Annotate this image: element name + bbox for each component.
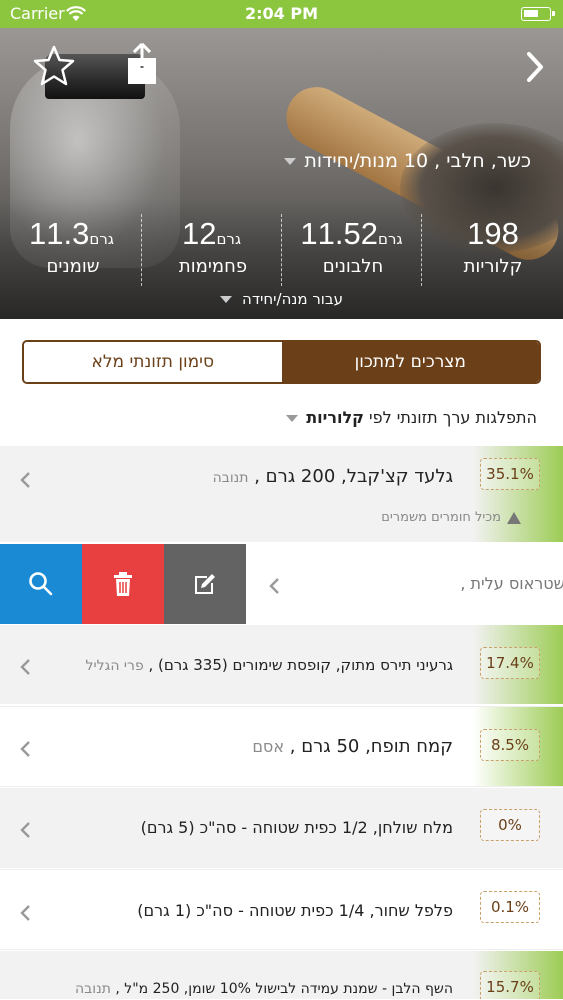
stat-calories: 198 קלוריות — [423, 216, 563, 277]
ingredient-row[interactable]: 8.5% קמח תופח, 50 גרם , אסם — [0, 706, 563, 787]
kosher-servings-selector[interactable]: כשר, חלבי , 10 מנות/יחידות — [284, 150, 531, 172]
stat-fats: גרם11.3 שומנים — [3, 216, 143, 277]
stat-carbs: גרם12 פחמימות — [143, 216, 283, 277]
caret-down-icon — [286, 415, 299, 422]
percent-badge: 0.1% — [480, 891, 540, 923]
serving-label: עבור מנה/יחידה — [242, 290, 343, 308]
ingredient-row[interactable]: 0.1% פלפל שחור, 1/4 כפית שטוחה - סה"כ (1… — [0, 869, 563, 950]
search-icon — [29, 572, 53, 596]
stat-value: 11.52 — [300, 216, 378, 251]
star-icon[interactable] — [32, 44, 76, 88]
kosher-servings-label: כשר, חלבי , 10 מנות/יחידות — [304, 150, 531, 172]
warning-text: מכיל חומרים משמרים — [381, 510, 501, 525]
delete-button[interactable] — [82, 544, 164, 624]
stat-protein: גרם11.52 חלבונים — [283, 216, 423, 277]
ingredient-title: השף הלבן - שמנת עמידה לבישול 10% שומן, 2… — [124, 981, 453, 997]
status-bar: Carrier 2:04 PM — [0, 0, 563, 28]
warning-icon — [507, 511, 521, 524]
chevron-left-icon — [20, 659, 30, 675]
chevron-right-icon[interactable] — [523, 50, 547, 84]
distribution-prefix: התפלגות ערך תזונתי לפי — [369, 408, 537, 427]
stat-unit: גרם — [216, 230, 242, 248]
recipe-hero: כשר, חלבי , 10 מנות/יחידות 198 קלוריות ג… — [0, 28, 563, 319]
ingredient-name: מלח שולחן, 1/2 כפית שטוחה - סה"כ (5 גרם) — [140, 818, 453, 837]
share-icon[interactable] — [124, 42, 160, 86]
ingredient-brand: אסם — [252, 737, 285, 756]
stat-label: חלבונים — [322, 256, 384, 277]
trash-icon — [114, 572, 132, 596]
stat-label: שומנים — [46, 256, 100, 277]
ingredient-brand: תנובה — [75, 981, 111, 997]
ingredient-title: קמח תופח, 50 גרם — [301, 736, 453, 757]
edit-icon — [195, 574, 215, 594]
ingredient-name: גלעד קצ'קבל, 200 גרם , תנובה — [212, 466, 453, 487]
ingredient-title: גלעד קצ'קבל, 200 גרם — [265, 466, 453, 487]
ingredient-row-swiped[interactable]: שטראוס עלית , — [0, 544, 563, 624]
ingredient-name: פלפל שחור, 1/4 כפית שטוחה - סה"כ (1 גרם) — [137, 901, 453, 920]
ingredient-row[interactable]: 35.1% גלעד קצ'קבל, 200 גרם , תנובה מכיל … — [0, 446, 563, 543]
stat-unit: גרם — [377, 230, 403, 248]
chevron-left-icon — [269, 578, 279, 594]
tab-nutrition-label[interactable]: סימון תזונתי מלא — [24, 342, 282, 382]
ingredient-row[interactable]: 17.4% גרעיני תירס מתוק, קופסת שימורים (3… — [0, 625, 563, 705]
status-time: 2:04 PM — [244, 4, 318, 23]
caret-down-icon — [220, 296, 233, 303]
chevron-left-icon — [20, 472, 30, 488]
ingredient-name: השף הלבן - שמנת עמידה לבישול 10% שומן, 2… — [75, 981, 453, 997]
percent-badge: 0% — [480, 809, 540, 841]
stat-label: קלוריות — [463, 256, 523, 277]
ingredient-row[interactable]: 0% מלח שולחן, 1/2 כפית שטוחה - סה"כ (5 ג… — [0, 788, 563, 869]
stat-value: 12 — [181, 216, 217, 251]
ingredient-brand: תנובה — [212, 470, 249, 486]
stat-label: פחמימות — [178, 256, 248, 277]
ingredient-brand: פרי הגליל — [85, 658, 144, 674]
caret-down-icon — [284, 158, 297, 165]
ingredient-brand: שטראוס עלית , — [460, 574, 563, 593]
search-button[interactable] — [0, 544, 82, 624]
tab-ingredients[interactable]: מצרכים למתכון — [281, 342, 539, 382]
distribution-selector[interactable]: התפלגות ערך תזונתי לפי קלוריות — [286, 408, 537, 427]
edit-button[interactable] — [164, 544, 246, 624]
stat-value: 11.3 — [29, 216, 90, 251]
stat-unit: גרם — [89, 230, 114, 248]
ingredient-title: גרעיני תירס מתוק, קופסת שימורים (335 גרם… — [158, 656, 453, 674]
ingredient-name: קמח תופח, 50 גרם , אסם — [252, 736, 453, 757]
preservatives-warning: מכיל חומרים משמרים — [381, 510, 521, 525]
percent-badge: 8.5% — [480, 729, 540, 761]
distribution-metric: קלוריות — [306, 408, 364, 427]
ingredient-name: גרעיני תירס מתוק, קופסת שימורים (335 גרם… — [85, 656, 454, 674]
percent-badge: 35.1% — [480, 458, 540, 490]
stat-value: 198 — [467, 216, 519, 251]
chevron-left-icon — [20, 822, 30, 838]
chevron-left-icon — [20, 741, 30, 757]
tabs: סימון תזונתי מלא מצרכים למתכון — [22, 340, 541, 384]
percent-badge: 17.4% — [480, 647, 540, 679]
battery-icon — [521, 7, 555, 21]
serving-selector[interactable]: עבור מנה/יחידה — [0, 290, 563, 308]
ingredient-row[interactable]: 15.7% השף הלבן - שמנת עמידה לבישול 10% ש… — [0, 951, 563, 1000]
percent-badge: 15.7% — [480, 971, 540, 999]
chevron-left-icon — [20, 905, 30, 921]
